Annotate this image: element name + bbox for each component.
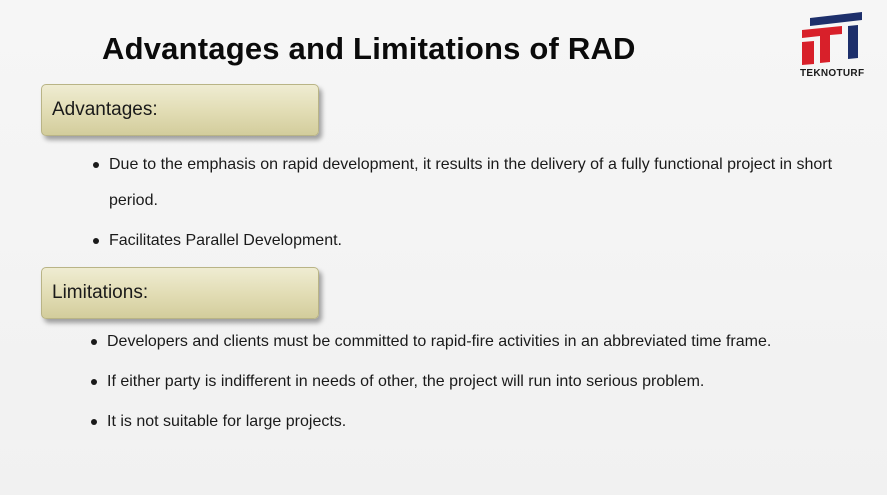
list-item: It is not suitable for large projects. bbox=[91, 404, 831, 440]
limitations-list: Developers and clients must be committed… bbox=[91, 324, 831, 440]
advantages-heading-box: Advantages: bbox=[41, 84, 319, 136]
limitations-heading: Limitations: bbox=[52, 282, 149, 303]
list-item: Developers and clients must be committed… bbox=[91, 324, 831, 360]
list-item: Facilitates Parallel Development. bbox=[93, 223, 833, 259]
advantages-list: Due to the emphasis on rapid development… bbox=[93, 147, 833, 259]
list-item: If either party is indifferent in needs … bbox=[91, 364, 831, 400]
advantages-heading: Advantages: bbox=[52, 99, 158, 120]
list-item: Due to the emphasis on rapid development… bbox=[93, 147, 833, 219]
slide: Advantages and Limitations of RAD TEKNOT… bbox=[0, 0, 887, 495]
limitations-heading-box: Limitations: bbox=[41, 267, 319, 319]
logo-text: TEKNOTURF bbox=[800, 68, 865, 79]
slide-title: Advantages and Limitations of RAD bbox=[102, 31, 636, 66]
